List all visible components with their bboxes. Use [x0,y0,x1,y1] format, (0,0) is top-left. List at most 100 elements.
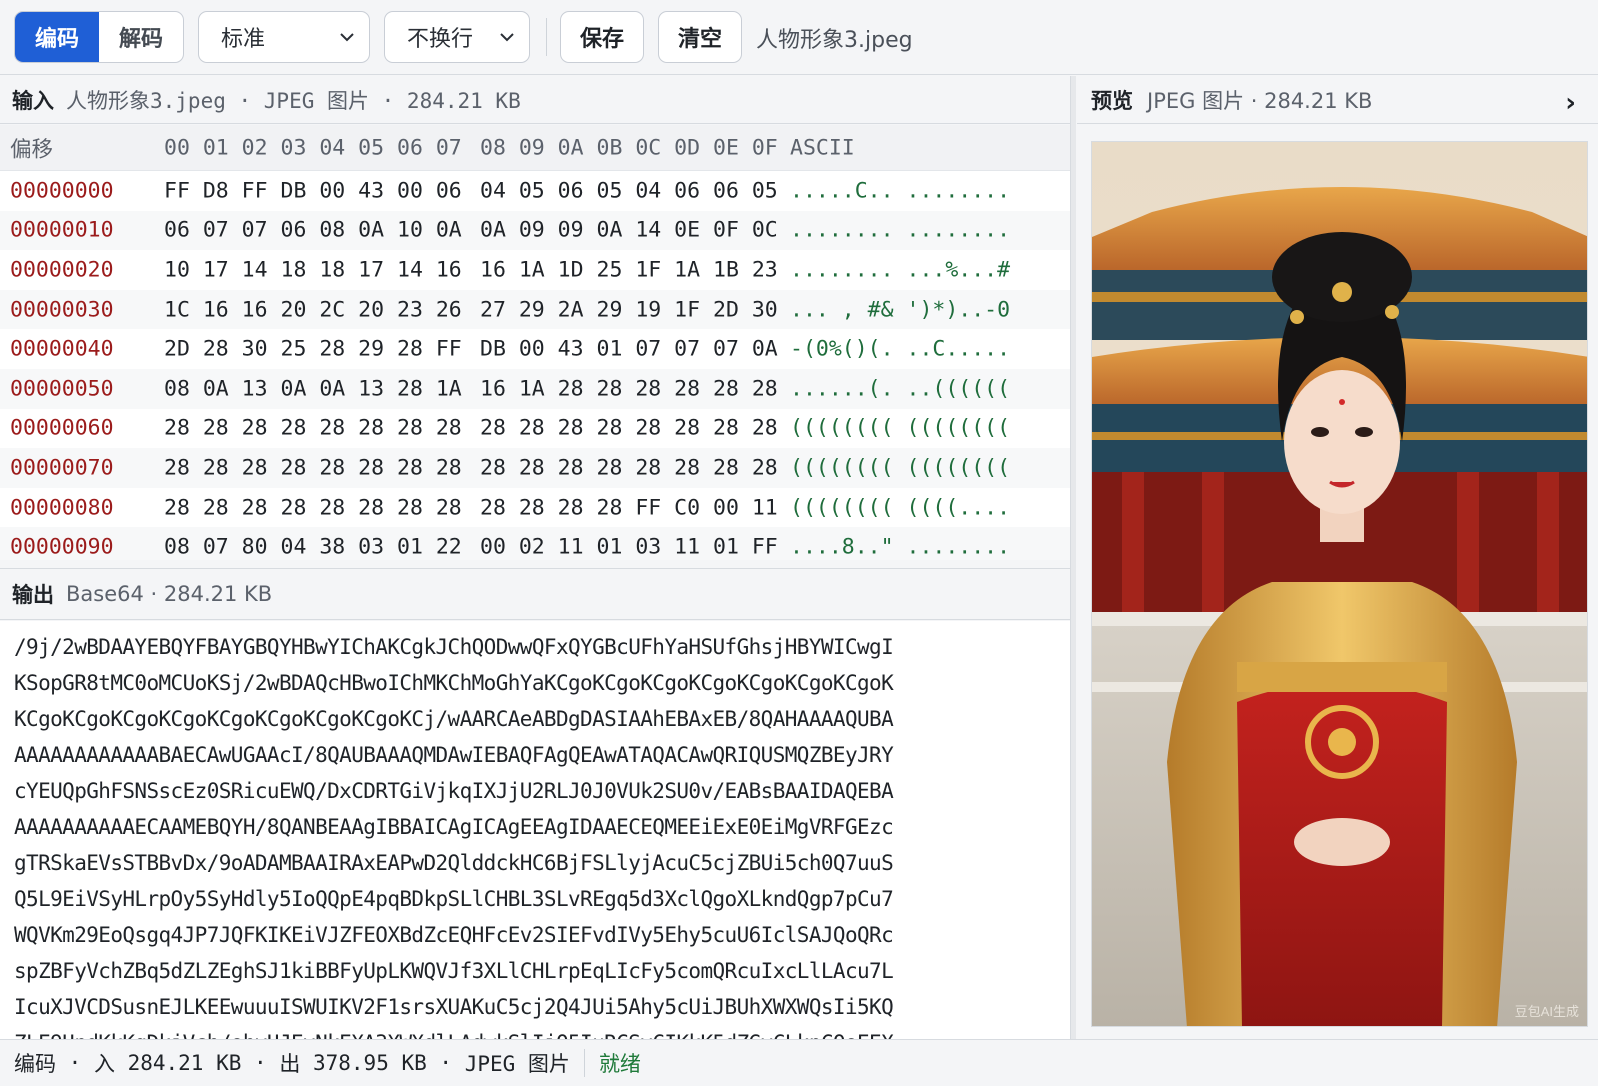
status-ready: 就绪 [598,1052,641,1076]
preview-panel-header: 预览 JPEG 图片 · 284.21 KB › [1077,76,1598,124]
chevron-down-icon [500,33,514,42]
hex-bytes-2: 16 1A 28 28 28 28 28 28 [480,376,778,402]
output-text-area[interactable]: /9j/2wBDAAYEBQYFBAYGBQYHBwYIChAKCgkJChQO… [0,621,1070,1039]
output-line: spZBFyVchZBq5dZLZEghSJ1kiBBFyUpLKWQVJf3X… [14,959,894,983]
hex-header-row: 偏移 00 01 02 03 04 05 06 07 08 09 0A 0B 0… [0,125,1070,171]
offset-cell: 00000070 [10,455,114,481]
panel-divider[interactable] [1070,76,1076,1039]
wrap-select[interactable]: 不换行 [384,11,530,63]
output-title: 输出 [12,583,54,607]
output-line: ZLE9UndKkKqDkjVch/ohvUJEvNkEXA3XWXdlLAdw… [14,1025,1070,1039]
hex-cols-header-2: 08 09 0A 0B 0C 0D 0E 0F [480,135,778,160]
hex-row[interactable]: 00000090 08 07 80 04 38 03 01 22 00 02 11 … [0,527,1070,560]
output-line: /9j/2wBDAAYEBQYFBAYGBQYHBwYIChAKCgkJChQO… [14,635,894,659]
ascii-cell: ......(. ..(((((( [790,376,1011,402]
hex-bytes-2: DB 00 43 01 07 07 07 0A [480,336,778,362]
hex-bytes-1: FF D8 FF DB 00 43 00 06 [164,178,462,204]
ascii-cell: ... , #& ')*)..-0 [790,297,1011,323]
ascii-cell: ........ ........ [790,217,1011,243]
offset-cell: 00000000 [10,178,114,204]
status-divider [583,1049,585,1077]
ascii-cell: .....C.. ........ [790,178,1011,204]
hex-view[interactable]: 偏移 00 01 02 03 04 05 06 07 08 09 0A 0B 0… [0,125,1070,560]
offset-cell: 00000020 [10,257,114,283]
hex-row[interactable]: 00000060 28 28 28 28 28 28 28 28 28 28 28 … [0,409,1070,449]
output-lines: /9j/2wBDAAYEBQYFBAYGBQYHBwYIChAKCgkJChQO… [14,629,1070,1039]
status-in-size: 284.21 KB [127,1051,242,1075]
hex-row[interactable]: 00000040 2D 28 30 25 28 29 28 FF DB 00 43 … [0,329,1070,369]
mode-toggle: 编码 解码 [14,11,184,63]
status-type: JPEG 图片 [464,1052,570,1076]
offset-cell: 00000080 [10,495,114,521]
output-line: Q5L9EiVSyHLrpOy5SyHdly5IoQQpE4pqBDkpSLlC… [14,887,894,911]
hex-bytes-1: 28 28 28 28 28 28 28 28 [164,415,462,441]
offset-cell: 00000030 [10,297,114,323]
hex-bytes-1: 1C 16 16 20 2C 20 23 26 [164,297,462,323]
chevron-down-icon [340,33,354,42]
toolbar-divider [546,18,547,56]
hex-bytes-1: 28 28 28 28 28 28 28 28 [164,495,462,521]
watermark: 豆包AI生成 [1514,1004,1579,1019]
hex-row[interactable]: 00000010 06 07 07 06 08 0A 10 0A 0A 09 09 … [0,210,1070,251]
ascii-cell: ....8.." ........ [790,534,1011,560]
hex-row[interactable]: 00000070 28 28 28 28 28 28 28 28 28 28 28 … [0,448,1070,488]
offset-cell: 00000050 [10,376,114,402]
preview-image-art [1092,142,1587,1026]
ascii-header: ASCII [790,135,855,160]
offset-cell: 00000090 [10,534,114,560]
hex-bytes-2: 28 28 28 28 FF C0 00 11 [480,495,778,521]
output-line: IcuXJVCDSusnEJLKEEwuuuISWUIKV2F1srsXUAKu… [14,995,894,1019]
standard-select-value: 标准 [221,27,266,52]
offset-header: 偏移 [10,137,54,162]
offset-cell: 00000010 [10,217,114,243]
hex-bytes-1: 08 07 80 04 38 03 01 22 [164,534,462,560]
hex-row[interactable]: 00000030 1C 16 16 20 2C 20 23 26 27 29 2A … [0,289,1070,330]
standard-select[interactable]: 标准 [198,11,370,63]
output-line: WQVKm29EoQsgq4JP7JQFKIKEiVJZFEOXBdZcEQHF… [14,923,894,947]
hex-row[interactable]: 00000020 10 17 14 18 18 17 14 16 16 1A 1D … [0,250,1070,290]
output-meta: Base64 · 284.21 KB [66,582,273,606]
status-sep: · [241,1051,280,1075]
wrap-select-value: 不换行 [407,27,474,52]
ascii-cell: (((((((( (((((((( [790,415,1011,441]
hex-bytes-2: 28 28 28 28 28 28 28 28 [480,455,778,481]
status-sep: · [426,1051,465,1075]
ascii-cell: (((((((( (((((((( [790,455,1011,481]
preview-meta: JPEG 图片 · 284.21 KB [1147,88,1373,113]
status-mode: 编码 [14,1052,56,1076]
hex-bytes-2: 28 28 28 28 28 28 28 28 [480,415,778,441]
input-meta: 人物形象3.jpeg · JPEG 图片 · 284.21 KB [66,88,521,113]
status-space [300,1051,313,1075]
hex-bytes-2: 27 29 2A 29 19 1F 2D 30 [480,297,778,323]
ascii-cell: -(0%()(. ..C..... [790,336,1011,362]
hex-row[interactable]: 00000000 FF D8 FF DB 00 43 00 06 04 05 06 … [0,171,1070,211]
clear-button[interactable]: 清空 [658,11,742,63]
hex-bytes-1: 28 28 28 28 28 28 28 28 [164,455,462,481]
hex-row[interactable]: 00000080 28 28 28 28 28 28 28 28 28 28 28 … [0,488,1070,528]
output-panel-header: 输出 Base64 · 284.21 KB [0,568,1070,620]
offset-cell: 00000060 [10,415,114,441]
file-name: 人物形象3.jpeg [756,28,913,53]
hex-bytes-1: 10 17 14 18 18 17 14 16 [164,257,462,283]
status-bar: 编码 · 入 284.21 KB · 出 378.95 KB · JPEG 图片… [0,1039,1598,1086]
status-sep: · [56,1051,94,1075]
offset-cell: 00000040 [10,336,114,362]
preview-panel: 豆包AI生成 [1077,125,1598,1039]
hex-row[interactable]: 00000050 08 0A 13 0A 0A 13 28 1A 16 1A 28 … [0,368,1070,409]
save-button[interactable]: 保存 [560,11,644,63]
output-line: KSopGR8tMC0oMCUoKSj/2wBDAQcHBwoIChMKChMo… [14,671,894,695]
status-out-label: 出 [279,1052,301,1076]
collapse-preview-icon[interactable]: › [1565,88,1576,118]
toolbar: 编码 解码 标准 不换行 保存 清空 人物形象3.jpeg [0,0,1598,75]
decode-tab[interactable]: 解码 [99,12,183,62]
output-line: cYEUQpGhFSNSscEz0SRicuEWQ/DxCDRTGiVjkqIX… [14,779,894,803]
hex-bytes-2: 00 02 11 01 03 11 01 FF [480,534,778,560]
hex-bytes-2: 0A 09 09 0A 14 0E 0F 0C [480,217,778,243]
output-line: KCgoKCgoKCgoKCgoKCgoKCgoKCgoKCgoKCj/wAAR… [14,707,894,731]
encode-tab[interactable]: 编码 [15,12,99,62]
output-line: AAAAAAAAAAAABAECAwUGAAcI/8QAUBAAAQMDAwIE… [14,743,894,767]
output-line: AAAAAAAAAAECAAMEBQYH/8QANBEAAgIBBAICAgIC… [14,815,894,839]
preview-image: 豆包AI生成 [1091,141,1588,1027]
hex-bytes-2: 04 05 06 05 04 06 06 05 [480,178,778,204]
hex-bytes-1: 08 0A 13 0A 0A 13 28 1A [164,376,462,402]
